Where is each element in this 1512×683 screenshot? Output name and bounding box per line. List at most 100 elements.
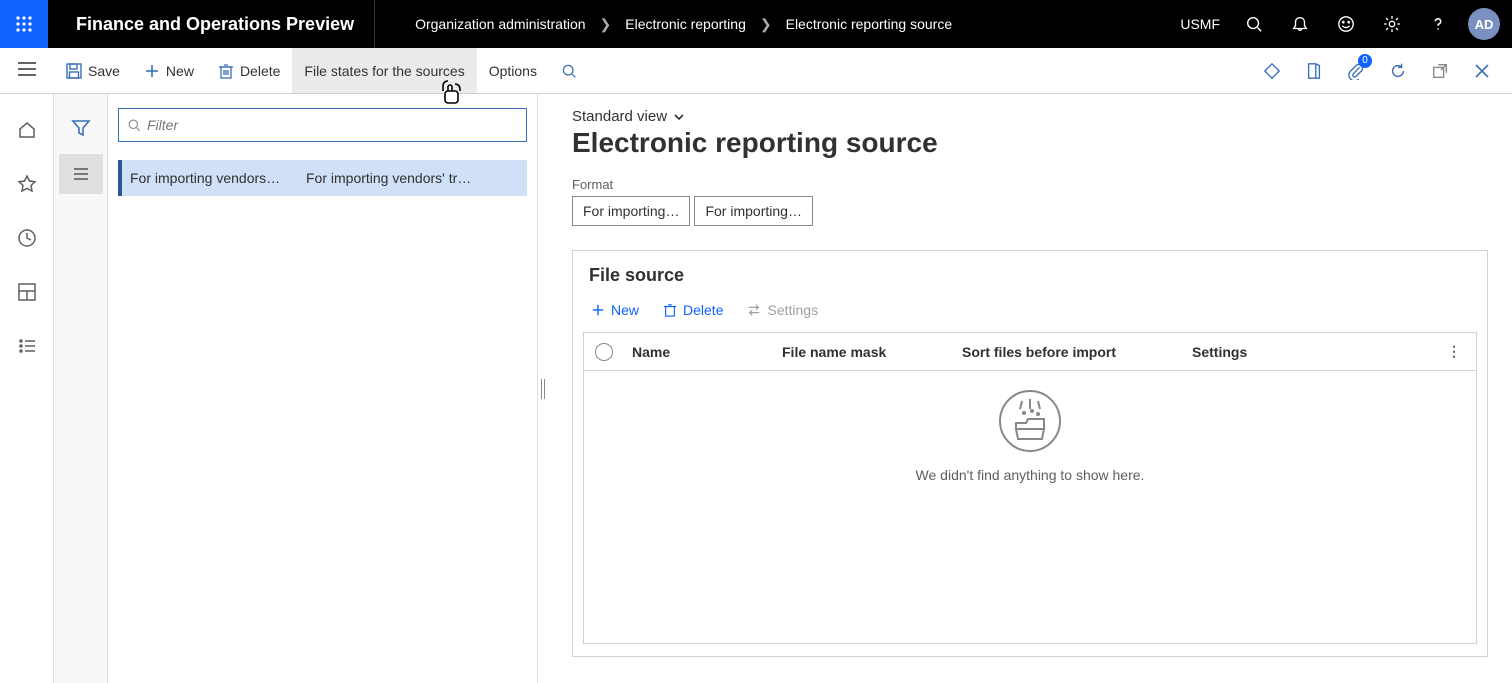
smiley-icon	[1337, 15, 1355, 33]
hamburger-icon	[18, 62, 36, 76]
help-button[interactable]	[1416, 0, 1460, 48]
grid-header: Name File name mask Sort files before im…	[584, 333, 1476, 371]
nav-toggle-button[interactable]	[18, 62, 36, 79]
list-row[interactable]: For importing vendors… For importing ven…	[118, 160, 527, 196]
page-options-button[interactable]	[1294, 48, 1334, 94]
breadcrumb: Organization administration ❯ Electronic…	[375, 16, 1170, 33]
col-settings[interactable]: Settings	[1184, 344, 1442, 360]
tiles-icon	[17, 282, 37, 302]
save-button[interactable]: Save	[54, 48, 132, 93]
grid-delete-label: Delete	[683, 302, 723, 318]
book-icon	[1305, 62, 1323, 80]
filter-input[interactable]	[147, 117, 518, 133]
select-all[interactable]	[584, 343, 624, 361]
search-icon	[1245, 15, 1263, 33]
chevron-right-icon: ❯	[600, 16, 612, 33]
plus-icon	[591, 303, 605, 317]
user-avatar[interactable]: AD	[1468, 8, 1500, 40]
list-toggle-button[interactable]	[59, 154, 103, 194]
card-title: File source	[573, 251, 1487, 296]
body: For importing vendors… For importing ven…	[0, 94, 1512, 683]
workspaces-button[interactable]	[11, 276, 43, 308]
notifications-button[interactable]	[1278, 0, 1322, 48]
clock-icon	[17, 228, 37, 248]
popout-icon	[1431, 62, 1449, 80]
modules-button[interactable]	[11, 330, 43, 362]
grid-more-button[interactable]: ⋮	[1442, 343, 1466, 360]
grip-icon	[540, 377, 546, 401]
grid-settings-label: Settings	[767, 302, 818, 318]
bell-icon	[1291, 15, 1309, 33]
format-value[interactable]: For importing…	[572, 196, 690, 226]
search-icon	[561, 63, 577, 79]
legal-entity[interactable]: USMF	[1170, 16, 1230, 32]
breadcrumb-item[interactable]: Electronic reporting source	[786, 16, 953, 32]
col-name[interactable]: Name	[624, 344, 774, 360]
action-search-button[interactable]	[549, 48, 589, 93]
empty-icon	[998, 389, 1062, 453]
home-icon	[17, 120, 37, 140]
personalize-button[interactable]	[1252, 48, 1292, 94]
view-picker[interactable]: Standard view	[572, 108, 1488, 125]
format-desc[interactable]: For importing…	[694, 196, 812, 226]
action-bar: Save New Delete File states for the sour…	[0, 48, 1512, 94]
popout-button[interactable]	[1420, 48, 1460, 94]
diamond-icon	[1263, 62, 1281, 80]
filter-toggle-button[interactable]	[59, 108, 103, 148]
recent-button[interactable]	[11, 222, 43, 254]
favorites-button[interactable]	[11, 168, 43, 200]
attachments-button[interactable]: 0	[1336, 48, 1376, 94]
options-label: Options	[489, 63, 537, 79]
file-states-button[interactable]: File states for the sources	[292, 48, 476, 93]
app-launcher-button[interactable]	[0, 0, 48, 48]
lines-icon	[71, 164, 91, 184]
refresh-icon	[1389, 62, 1407, 80]
list-cell: For importing vendors' tr…	[306, 170, 519, 186]
format-label: Format	[572, 177, 1488, 192]
close-icon	[1474, 63, 1490, 79]
new-label: New	[166, 63, 194, 79]
filter-icon	[71, 118, 91, 138]
grid-new-label: New	[611, 302, 639, 318]
save-icon	[66, 63, 82, 79]
attachments-badge: 0	[1358, 54, 1372, 68]
breadcrumb-item[interactable]: Electronic reporting	[625, 16, 746, 32]
delete-button[interactable]: Delete	[206, 48, 292, 93]
list-toggle-rail	[54, 94, 108, 683]
splitter[interactable]	[538, 94, 548, 683]
grid-delete-button[interactable]: Delete	[653, 296, 733, 324]
search-button[interactable]	[1232, 0, 1276, 48]
gear-icon	[1383, 15, 1401, 33]
breadcrumb-item[interactable]: Organization administration	[415, 16, 585, 32]
card-toolbar: New Delete Settings	[573, 296, 1487, 332]
col-mask[interactable]: File name mask	[774, 344, 954, 360]
new-button[interactable]: New	[132, 48, 206, 93]
settings-button[interactable]	[1370, 0, 1414, 48]
col-sort[interactable]: Sort files before import	[954, 344, 1184, 360]
top-bar: Finance and Operations Preview Organizat…	[0, 0, 1512, 48]
close-button[interactable]	[1462, 48, 1502, 94]
top-right-tools: USMF AD	[1170, 0, 1512, 48]
circle-icon	[595, 343, 613, 361]
detail-pane: Standard view Electronic reporting sourc…	[548, 94, 1512, 683]
record-list: For importing vendors… For importing ven…	[118, 160, 527, 196]
file-states-label: File states for the sources	[304, 63, 464, 79]
search-icon	[127, 118, 141, 132]
refresh-button[interactable]	[1378, 48, 1418, 94]
grid-empty-state: We didn't find anything to show here.	[584, 371, 1476, 643]
options-button[interactable]: Options	[477, 48, 549, 93]
home-button[interactable]	[11, 114, 43, 146]
empty-message: We didn't find anything to show here.	[916, 467, 1145, 483]
grid-settings-button: Settings	[737, 296, 828, 324]
page-title: Electronic reporting source	[572, 127, 1488, 159]
filter-field[interactable]	[118, 108, 527, 142]
feedback-button[interactable]	[1324, 0, 1368, 48]
view-label: Standard view	[572, 108, 667, 125]
grid-new-button[interactable]: New	[581, 296, 649, 324]
delete-label: Delete	[240, 63, 280, 79]
plus-icon	[144, 63, 160, 79]
list-icon	[17, 336, 37, 356]
nav-rail	[0, 94, 54, 683]
star-icon	[17, 174, 37, 194]
list-cell: For importing vendors…	[130, 170, 300, 186]
